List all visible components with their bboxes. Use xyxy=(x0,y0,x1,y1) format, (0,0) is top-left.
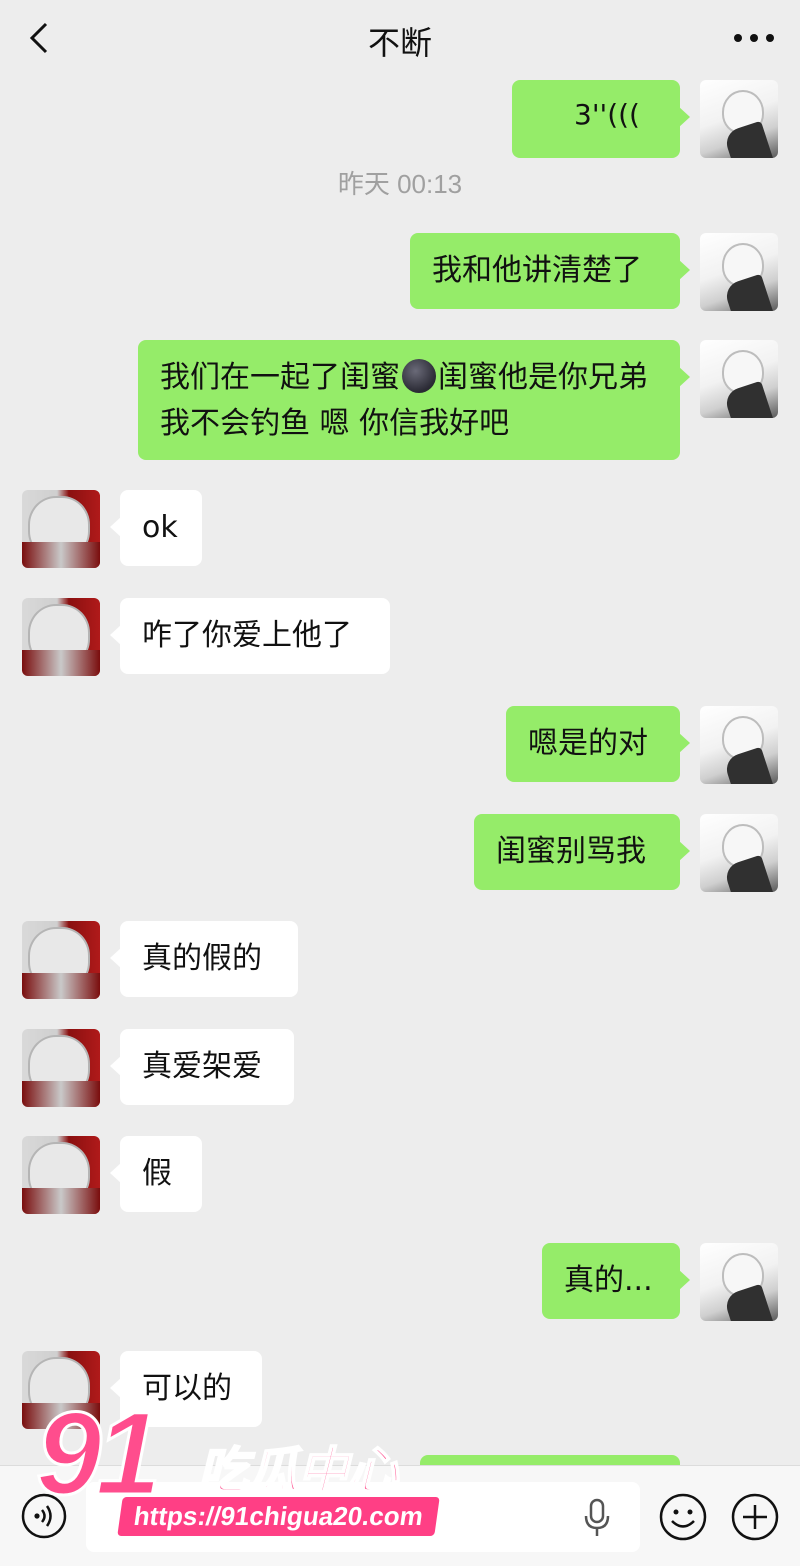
watermark-logo: 91 吃瓜中心 https://91chigua20.com xyxy=(30,1388,440,1555)
watermark-digits: 91 xyxy=(34,1388,162,1520)
my-avatar[interactable] xyxy=(700,814,778,892)
watermark-url: https://91chigua20.com xyxy=(117,1497,440,1536)
message-bubble-sent[interactable]: 嗯是的对 xyxy=(506,706,690,782)
message-bubble-received[interactable]: 咋了你爱上他了 xyxy=(110,598,390,674)
my-avatar[interactable] xyxy=(700,340,778,418)
message-bubble-received[interactable]: 真爱架爱 xyxy=(110,1029,294,1105)
contact-avatar[interactable] xyxy=(22,598,100,676)
my-avatar[interactable] xyxy=(700,80,778,158)
watermark-name: 吃瓜中心 xyxy=(197,1441,399,1501)
contact-avatar[interactable] xyxy=(22,1029,100,1107)
message-bubble-partial[interactable]: 3''((( xyxy=(512,80,690,158)
message-bubble-sent[interactable]: 闺蜜别骂我 xyxy=(474,814,690,890)
plus-icon[interactable] xyxy=(730,1492,780,1542)
chat-area[interactable]: 不断 3''((( 昨天 00:13 我和他讲清楚了 我们在一起了闺蜜 闺蜜他是你… xyxy=(0,0,800,1565)
microphone-icon[interactable] xyxy=(582,1498,612,1538)
message-bubble-received[interactable]: 假 xyxy=(110,1136,202,1212)
message-bubble-received[interactable]: ok xyxy=(110,490,202,566)
chat-title: 不断 xyxy=(367,24,432,62)
my-avatar[interactable] xyxy=(700,1243,778,1321)
message-bubble-received[interactable]: 真的假的 xyxy=(110,921,298,997)
dark-moon-face-emoji-icon xyxy=(402,359,436,393)
message-timestamp: 昨天 00:13 xyxy=(337,169,463,199)
message-bubble-sent[interactable]: 真的... xyxy=(542,1243,690,1319)
contact-avatar[interactable] xyxy=(22,1136,100,1214)
message-bubble-sent[interactable]: 我们在一起了闺蜜 闺蜜他是你兄弟我不会钓鱼 嗯 你信我好吧 xyxy=(138,340,690,460)
chat-header: 不断 xyxy=(0,0,800,78)
my-avatar[interactable] xyxy=(700,233,778,311)
more-options-icon[interactable] xyxy=(732,28,776,48)
my-avatar[interactable] xyxy=(700,706,778,784)
message-bubble-sent[interactable]: 我和他讲清楚了 xyxy=(410,233,690,309)
emoji-icon[interactable] xyxy=(658,1492,708,1542)
contact-avatar[interactable] xyxy=(22,490,100,568)
contact-avatar[interactable] xyxy=(22,921,100,999)
